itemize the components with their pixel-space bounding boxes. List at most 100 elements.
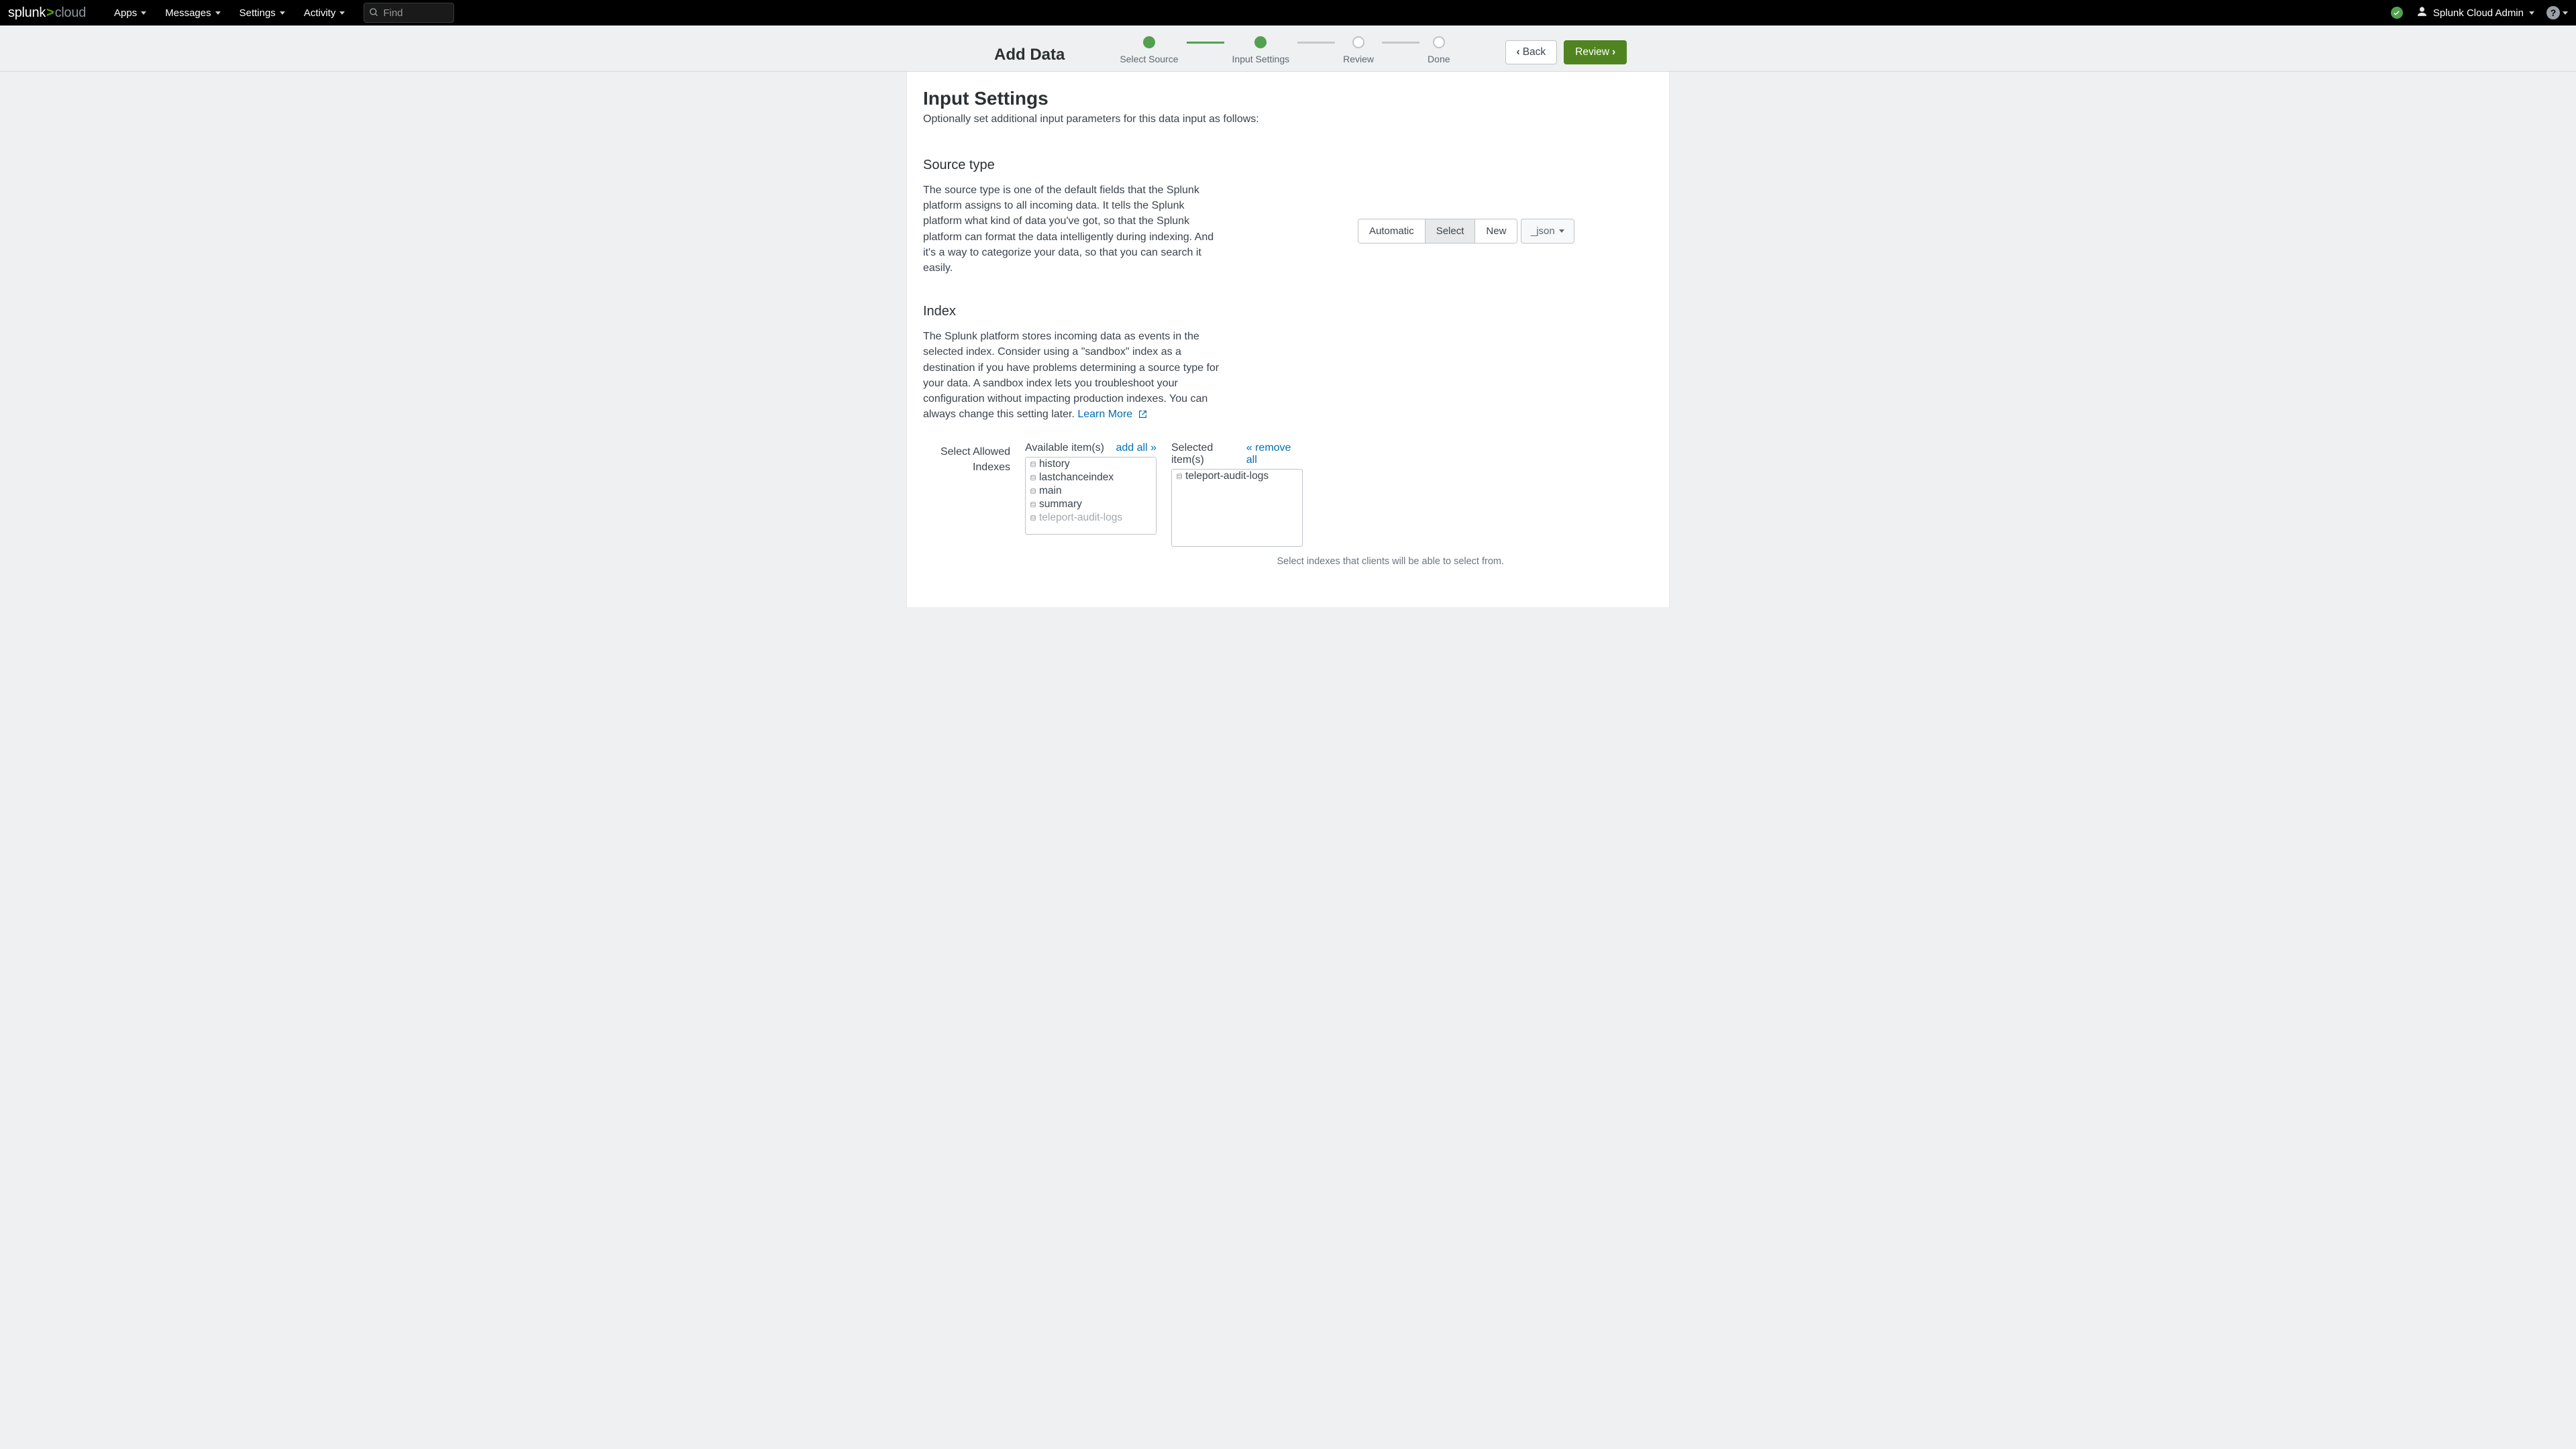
sourcetype-value: _json bbox=[1531, 225, 1555, 237]
health-status-icon[interactable] bbox=[2391, 7, 2403, 19]
learn-more-label: Learn More bbox=[1077, 409, 1132, 420]
global-topbar: splunk > cloud Apps Messages Settings Ac… bbox=[0, 0, 2576, 25]
item-label: teleport-audit-logs bbox=[1039, 512, 1122, 524]
caret-down-icon bbox=[280, 11, 285, 15]
index-icon bbox=[1030, 488, 1036, 495]
index-icon bbox=[1030, 474, 1036, 482]
item-label: lastchanceindex bbox=[1039, 472, 1114, 484]
nav-settings-label: Settings bbox=[239, 7, 276, 19]
chevron-right-icon: › bbox=[1612, 46, 1615, 58]
add-all-link[interactable]: add all » bbox=[1116, 442, 1157, 454]
selected-label: Selected item(s) bbox=[1171, 442, 1246, 466]
step-label: Select Source bbox=[1120, 54, 1178, 64]
available-label: Available item(s) bbox=[1025, 442, 1104, 454]
sourcetype-segmented: Automatic Select New bbox=[1358, 219, 1517, 244]
step-label: Done bbox=[1428, 54, 1450, 64]
logo[interactable]: splunk > cloud bbox=[8, 0, 86, 25]
index-icon bbox=[1030, 501, 1036, 508]
back-label: Back bbox=[1523, 46, 1546, 58]
step-done[interactable]: Done bbox=[1419, 36, 1458, 64]
review-button[interactable]: Review › bbox=[1564, 40, 1627, 64]
user-name: Splunk Cloud Admin bbox=[2433, 7, 2524, 19]
available-listbox[interactable]: history lastchanceindexmainsummarytelepor… bbox=[1025, 457, 1157, 535]
back-button[interactable]: ‹ Back bbox=[1505, 40, 1558, 64]
step-dot-icon bbox=[1143, 36, 1155, 48]
selected-item[interactable]: teleport-audit-logs bbox=[1172, 470, 1302, 483]
available-item[interactable]: history bbox=[1026, 458, 1156, 471]
selected-listbox[interactable]: teleport-audit-logs bbox=[1171, 469, 1303, 547]
global-search bbox=[364, 3, 454, 23]
search-icon bbox=[369, 7, 379, 20]
step-dot-icon bbox=[1254, 36, 1267, 48]
item-label: main bbox=[1039, 485, 1062, 497]
available-column: Available item(s) add all » history lastc… bbox=[1025, 442, 1157, 547]
step-dot-icon bbox=[1352, 36, 1364, 48]
chevron-left-icon: ‹ bbox=[1517, 46, 1520, 58]
index-body-text: The Splunk platform stores incoming data… bbox=[923, 331, 1219, 420]
logo-splunk: splunk bbox=[8, 0, 46, 25]
user-menu[interactable]: Splunk Cloud Admin bbox=[2416, 6, 2534, 20]
sourcetype-description: The source type is one of the default fi… bbox=[923, 182, 1224, 276]
picker-label: Select Allowed Indexes bbox=[923, 442, 1010, 547]
main-panel: Input Settings Optionally set additional… bbox=[906, 72, 1670, 607]
picker-label-line2: Indexes bbox=[973, 462, 1010, 473]
step-input-settings[interactable]: Input Settings bbox=[1224, 36, 1298, 64]
item-label: summary bbox=[1039, 498, 1082, 511]
index-footer-note: Select indexes that clients will be able… bbox=[923, 556, 1520, 567]
help-menu[interactable]: ? bbox=[2546, 6, 2568, 19]
available-item[interactable]: lastchanceindex bbox=[1026, 471, 1156, 484]
caret-down-icon bbox=[2563, 11, 2568, 15]
review-label: Review bbox=[1575, 46, 1609, 58]
index-picker: Select Allowed Indexes Available item(s)… bbox=[923, 442, 1653, 547]
caret-down-icon bbox=[2529, 11, 2534, 15]
nav-settings[interactable]: Settings bbox=[230, 0, 294, 25]
remove-all-link[interactable]: « remove all bbox=[1246, 442, 1303, 466]
sourcetype-dropdown[interactable]: _json bbox=[1521, 219, 1574, 244]
sourcetype-new-button[interactable]: New bbox=[1475, 219, 1517, 243]
step-connector bbox=[1382, 42, 1419, 44]
step-label: Input Settings bbox=[1232, 54, 1290, 64]
available-item[interactable]: summary bbox=[1026, 498, 1156, 511]
caret-down-icon bbox=[215, 11, 221, 15]
wizard-steps: Select Source Input Settings Review Done bbox=[1112, 36, 1458, 64]
available-item: teleport-audit-logs bbox=[1026, 511, 1156, 525]
step-select-source[interactable]: Select Source bbox=[1112, 36, 1186, 64]
page-subtitle: Optionally set additional input paramete… bbox=[923, 113, 1653, 125]
step-connector bbox=[1297, 42, 1335, 44]
index-icon bbox=[1176, 473, 1183, 480]
page-title: Input Settings bbox=[923, 88, 1653, 109]
selected-column: Selected item(s) « remove all teleport-a… bbox=[1171, 442, 1303, 547]
index-heading: Index bbox=[923, 304, 1653, 319]
step-label: Review bbox=[1343, 54, 1374, 64]
picker-label-line1: Select Allowed bbox=[941, 446, 1010, 458]
logo-cloud: cloud bbox=[55, 0, 86, 25]
step-dot-icon bbox=[1433, 36, 1445, 48]
index-description: The Splunk platform stores incoming data… bbox=[923, 329, 1224, 423]
index-icon bbox=[1030, 461, 1036, 468]
available-item[interactable]: main bbox=[1026, 484, 1156, 498]
sourcetype-select-button[interactable]: Select bbox=[1426, 219, 1476, 243]
nav-messages[interactable]: Messages bbox=[156, 0, 229, 25]
nav-apps[interactable]: Apps bbox=[105, 0, 156, 25]
user-icon bbox=[2416, 6, 2428, 20]
caret-down-icon bbox=[1559, 229, 1564, 233]
nav-messages-label: Messages bbox=[165, 7, 211, 19]
step-connector bbox=[1187, 42, 1224, 44]
sourcetype-heading: Source type bbox=[923, 158, 1653, 173]
wizard-header: Add Data Select Source Input Settings Re… bbox=[0, 25, 2576, 72]
logo-caret: > bbox=[46, 0, 55, 25]
item-label: teleport-audit-logs bbox=[1185, 470, 1269, 482]
caret-down-icon bbox=[141, 11, 146, 15]
caret-down-icon bbox=[339, 11, 345, 15]
nav-apps-label: Apps bbox=[114, 7, 137, 19]
index-icon bbox=[1030, 515, 1036, 522]
wizard-title: Add Data bbox=[994, 36, 1065, 64]
learn-more-link[interactable]: Learn More bbox=[1077, 409, 1146, 420]
item-label: history bbox=[1039, 458, 1070, 470]
external-link-icon bbox=[1138, 408, 1147, 423]
sourcetype-automatic-button[interactable]: Automatic bbox=[1358, 219, 1426, 243]
nav-activity-label: Activity bbox=[304, 7, 336, 19]
step-review[interactable]: Review bbox=[1335, 36, 1382, 64]
help-icon: ? bbox=[2546, 6, 2560, 19]
nav-activity[interactable]: Activity bbox=[294, 0, 355, 25]
